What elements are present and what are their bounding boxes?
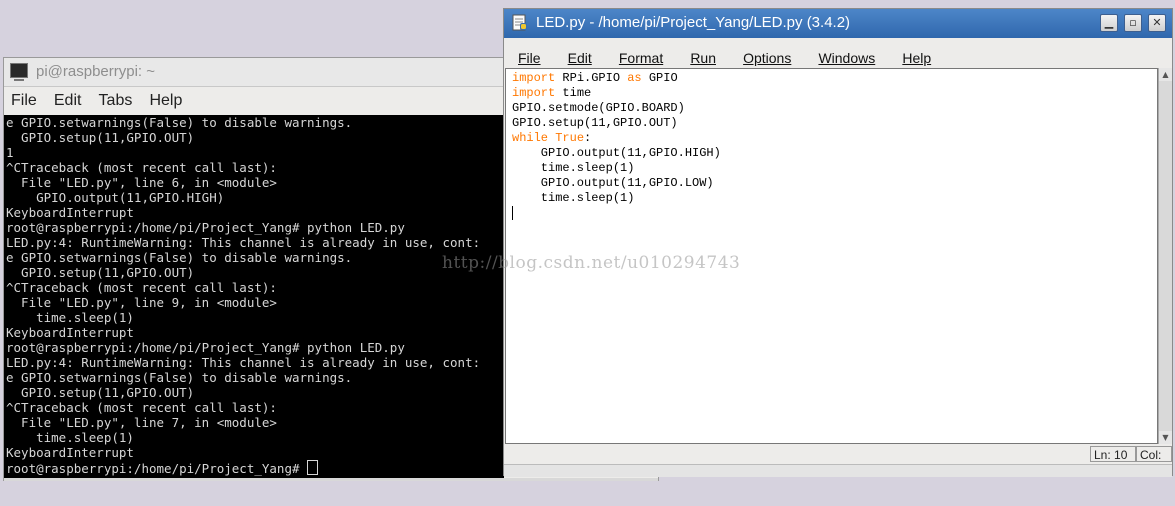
terminal-menu-help[interactable]: Help xyxy=(149,92,182,110)
idle-menu-edit[interactable]: Edit xyxy=(561,45,596,66)
terminal-menu-edit[interactable]: Edit xyxy=(54,92,82,110)
code-text: import RPi.GPIO as GPIO import time GPIO.s… xyxy=(506,69,1157,222)
scroll-up-icon[interactable]: ▲ xyxy=(1159,68,1172,81)
terminal-line: time.sleep(1) xyxy=(6,310,134,325)
terminal-line: ^CTraceback (most recent call last): xyxy=(6,400,277,415)
terminal-icon xyxy=(10,63,28,81)
code-line: time.sleep(1) xyxy=(512,191,1157,206)
code-keyword: True xyxy=(555,131,585,145)
terminal-line: GPIO.output(11,GPIO.HIGH) xyxy=(6,190,225,205)
terminal-line: File "LED.py", line 7, in <module> xyxy=(6,415,277,430)
code-line: GPIO.output(11,GPIO.HIGH) xyxy=(512,146,1157,161)
terminal-line: root@raspberrypi:/home/pi/Project_Yang# … xyxy=(6,220,405,235)
idle-menu-file-label: File xyxy=(518,50,541,66)
code-keyword: import xyxy=(512,86,556,100)
terminal-prompt-line[interactable]: root@raspberrypi:/home/pi/Project_Yang# xyxy=(6,460,504,476)
status-bar: Ln: 10 Col: 0 xyxy=(504,446,1172,478)
code-keyword: import xyxy=(512,71,556,85)
code-token: GPIO.output(11,GPIO.HIGH) xyxy=(512,146,721,160)
terminal-line: ^CTraceback (most recent call last): xyxy=(6,160,277,175)
code-token: : xyxy=(584,131,592,145)
desktop: pi@raspberrypi: ~ File Edit Tabs Help e … xyxy=(0,0,1175,506)
code-line-current xyxy=(512,206,1157,222)
terminal-line: LED.py:4: RuntimeWarning: This channel i… xyxy=(6,355,481,370)
idle-menu-run-label: Run xyxy=(690,50,716,66)
code-line: GPIO.output(11,GPIO.LOW) xyxy=(512,176,1157,191)
terminal-bottom-edge xyxy=(4,478,658,481)
scroll-down-icon[interactable]: ▼ xyxy=(1159,431,1172,444)
idle-menu-options-label: Options xyxy=(743,50,792,66)
code-token: RPi.GPIO xyxy=(555,71,628,85)
horizontal-scrollbar[interactable] xyxy=(504,464,1172,477)
code-token: time xyxy=(555,86,592,100)
code-keyword: as xyxy=(627,71,642,85)
idle-menu-help-label: Help xyxy=(902,50,932,66)
idle-menu-format[interactable]: Format xyxy=(612,45,667,66)
terminal-prompt: root@raspberrypi:/home/pi/Project_Yang# xyxy=(6,461,308,476)
idle-titlebar[interactable]: LED.py - /home/pi/Project_Yang/LED.py (3… xyxy=(504,9,1172,38)
terminal-menu-tabs[interactable]: Tabs xyxy=(99,92,133,110)
status-col: Col: 0 xyxy=(1136,446,1172,478)
code-line: GPIO.setmode(GPIO.BOARD) xyxy=(512,101,1157,116)
terminal-line: e GPIO.setwarnings(False) to disable war… xyxy=(6,115,353,130)
idle-menu-run[interactable]: Run xyxy=(683,45,720,66)
idle-menubar: File Edit Format Run Options Windows Hel… xyxy=(504,40,1172,67)
idle-menu-options[interactable]: Options xyxy=(736,45,795,66)
maximize-button[interactable]: ▫ xyxy=(1124,14,1142,32)
terminal-line: File "LED.py", line 9, in <module> xyxy=(6,295,277,310)
terminal-line: GPIO.setup(11,GPIO.OUT) xyxy=(6,265,195,280)
idle-menu-help[interactable]: Help xyxy=(895,45,935,66)
terminal-cursor xyxy=(307,460,319,475)
terminal-line: e GPIO.setwarnings(False) to disable war… xyxy=(6,370,353,385)
idle-menu-file[interactable]: File xyxy=(511,45,545,66)
code-token: time.sleep(1) xyxy=(512,191,635,205)
code-token: GPIO.setup(11,GPIO.OUT) xyxy=(512,116,678,130)
idle-menu-windows-label: Windows xyxy=(818,50,876,66)
code-token: GPIO.output(11,GPIO.LOW) xyxy=(512,176,714,190)
terminal-line: time.sleep(1) xyxy=(6,430,134,445)
code-token: time.sleep(1) xyxy=(512,161,635,175)
idle-title: LED.py - /home/pi/Project_Yang/LED.py (3… xyxy=(536,14,851,31)
status-line: Ln: 10 xyxy=(1090,446,1136,462)
code-line: while True: xyxy=(512,131,1157,146)
python-idle-icon xyxy=(512,14,527,31)
close-button[interactable]: ✕ xyxy=(1148,14,1166,32)
minimize-button[interactable]: ▁ xyxy=(1100,14,1118,32)
terminal-title: pi@raspberrypi: ~ xyxy=(36,63,156,80)
idle-menu-edit-label: Edit xyxy=(567,50,592,66)
terminal-line: GPIO.setup(11,GPIO.OUT) xyxy=(6,130,195,145)
terminal-line: KeyboardInterrupt xyxy=(6,325,134,340)
terminal-line: GPIO.setup(11,GPIO.OUT) xyxy=(6,385,195,400)
idle-menu-format-label: Format xyxy=(618,50,664,66)
terminal-line: 1 xyxy=(6,145,14,160)
terminal-line: e GPIO.setwarnings(False) to disable war… xyxy=(6,250,353,265)
code-line: time.sleep(1) xyxy=(512,161,1157,176)
idle-editor-window[interactable]: LED.py - /home/pi/Project_Yang/LED.py (3… xyxy=(503,8,1173,478)
terminal-line: root@raspberrypi:/home/pi/Project_Yang# … xyxy=(6,340,405,355)
code-line: import time xyxy=(512,86,1157,101)
terminal-text: e GPIO.setwarnings(False) to disable war… xyxy=(4,115,504,476)
terminal-line: KeyboardInterrupt xyxy=(6,445,134,460)
code-token: GPIO.setmode(GPIO.BOARD) xyxy=(512,101,685,115)
terminal-menu-file[interactable]: File xyxy=(11,92,37,110)
watermark: http://blog.csdn.net/u010294743 xyxy=(442,253,741,273)
code-line: GPIO.setup(11,GPIO.OUT) xyxy=(512,116,1157,131)
terminal-output[interactable]: e GPIO.setwarnings(False) to disable war… xyxy=(4,115,504,478)
vertical-scrollbar[interactable]: ▲ ▼ xyxy=(1158,68,1172,444)
code-line: import RPi.GPIO as GPIO xyxy=(512,71,1157,86)
terminal-line: LED.py:4: RuntimeWarning: This channel i… xyxy=(6,235,481,250)
code-keyword: while xyxy=(512,131,549,145)
text-caret xyxy=(512,206,513,220)
terminal-line: File "LED.py", line 6, in <module> xyxy=(6,175,277,190)
terminal-line: KeyboardInterrupt xyxy=(6,205,134,220)
code-token: GPIO xyxy=(641,71,678,85)
terminal-line: ^CTraceback (most recent call last): xyxy=(6,280,277,295)
idle-menu-windows[interactable]: Windows xyxy=(811,45,879,66)
